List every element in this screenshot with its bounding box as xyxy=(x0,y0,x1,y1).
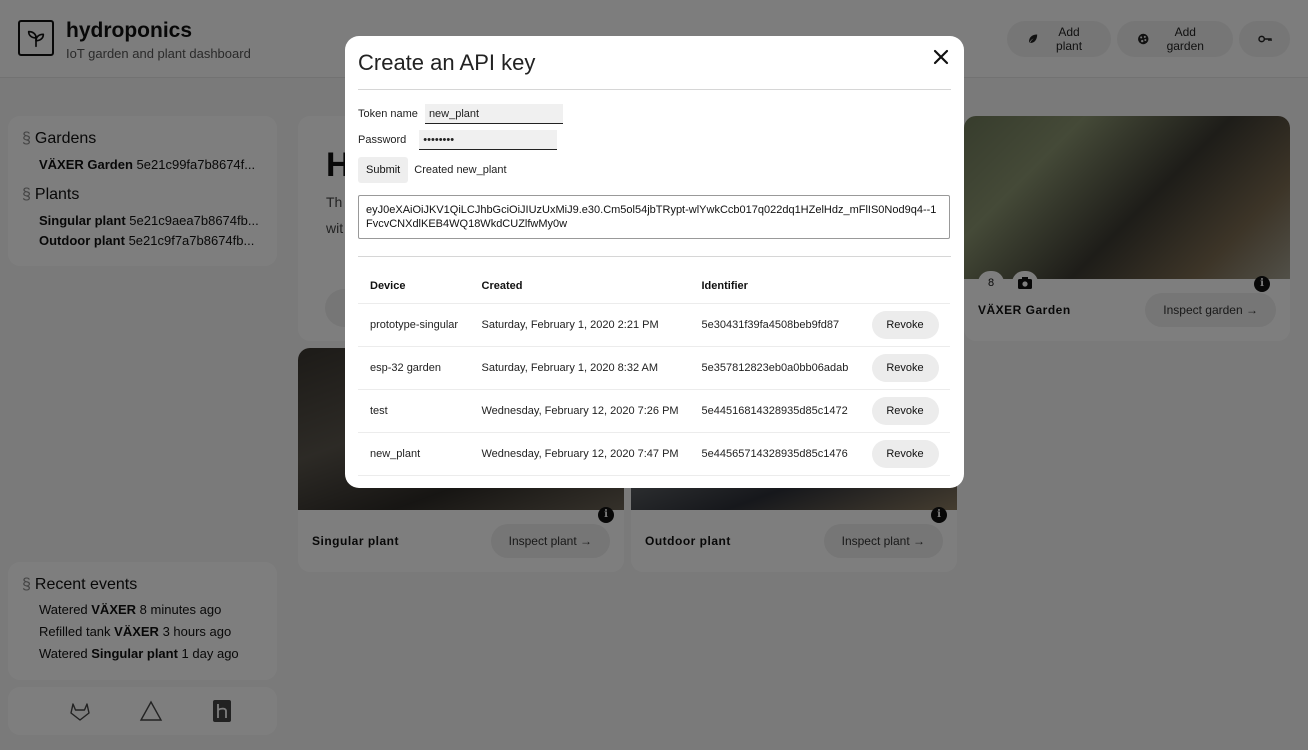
table-row: esp-32 garden Saturday, February 1, 2020… xyxy=(358,346,950,390)
identifier-cell: 5e357812823eb0a0bb06adab xyxy=(688,346,859,390)
table-row: new_plant Wednesday, February 12, 2020 7… xyxy=(358,432,950,476)
revoke-button[interactable]: Revoke xyxy=(871,353,939,382)
token-name-label: Token name xyxy=(358,108,418,120)
revoke-button[interactable]: Revoke xyxy=(871,396,939,425)
identifier-cell: 5e44565714328935d85c1476 xyxy=(688,432,859,476)
table-header-row: Device Created Identifier xyxy=(358,269,950,304)
divider xyxy=(358,256,951,257)
device-cell: esp-32 garden xyxy=(358,346,469,390)
divider xyxy=(358,89,951,90)
created-cell: Wednesday, February 12, 2020 7:26 PM xyxy=(468,389,689,433)
api-keys-table: Device Created Identifier prototype-sing… xyxy=(358,269,950,476)
close-button[interactable] xyxy=(930,46,952,68)
revoke-button[interactable]: Revoke xyxy=(871,310,939,339)
device-cell: prototype-singular xyxy=(358,303,469,347)
identifier-cell: 5e30431f39fa4508beb9fd87 xyxy=(688,303,859,347)
close-icon xyxy=(933,49,949,65)
table-row: prototype-singular Saturday, February 1,… xyxy=(358,303,950,347)
password-row: Password xyxy=(358,130,558,150)
column-header-actions xyxy=(858,269,950,304)
column-header-created: Created xyxy=(468,269,689,304)
identifier-cell: 5e44516814328935d85c1472 xyxy=(688,389,859,433)
status-text: Created new_plant xyxy=(414,164,507,176)
created-cell: Saturday, February 1, 2020 8:32 AM xyxy=(468,346,689,390)
token-output[interactable] xyxy=(358,195,950,239)
api-key-modal: Create an API key Token name Password Su… xyxy=(345,36,964,488)
token-name-row: Token name xyxy=(358,104,563,124)
column-header-identifier: Identifier xyxy=(688,269,859,304)
device-cell: test xyxy=(358,389,469,433)
created-cell: Wednesday, February 12, 2020 7:47 PM xyxy=(468,432,689,476)
password-label: Password xyxy=(358,134,407,146)
submit-button[interactable]: Submit xyxy=(358,157,409,183)
submit-row: Submit Created new_plant xyxy=(358,157,507,183)
password-input[interactable] xyxy=(419,130,558,150)
column-header-device: Device xyxy=(358,269,469,304)
token-name-input[interactable] xyxy=(424,104,563,124)
created-cell: Saturday, February 1, 2020 2:21 PM xyxy=(468,303,689,347)
table-row: test Wednesday, February 12, 2020 7:26 P… xyxy=(358,389,950,433)
device-cell: new_plant xyxy=(358,432,469,476)
revoke-button[interactable]: Revoke xyxy=(871,439,939,468)
modal-title: Create an API key xyxy=(358,50,536,75)
